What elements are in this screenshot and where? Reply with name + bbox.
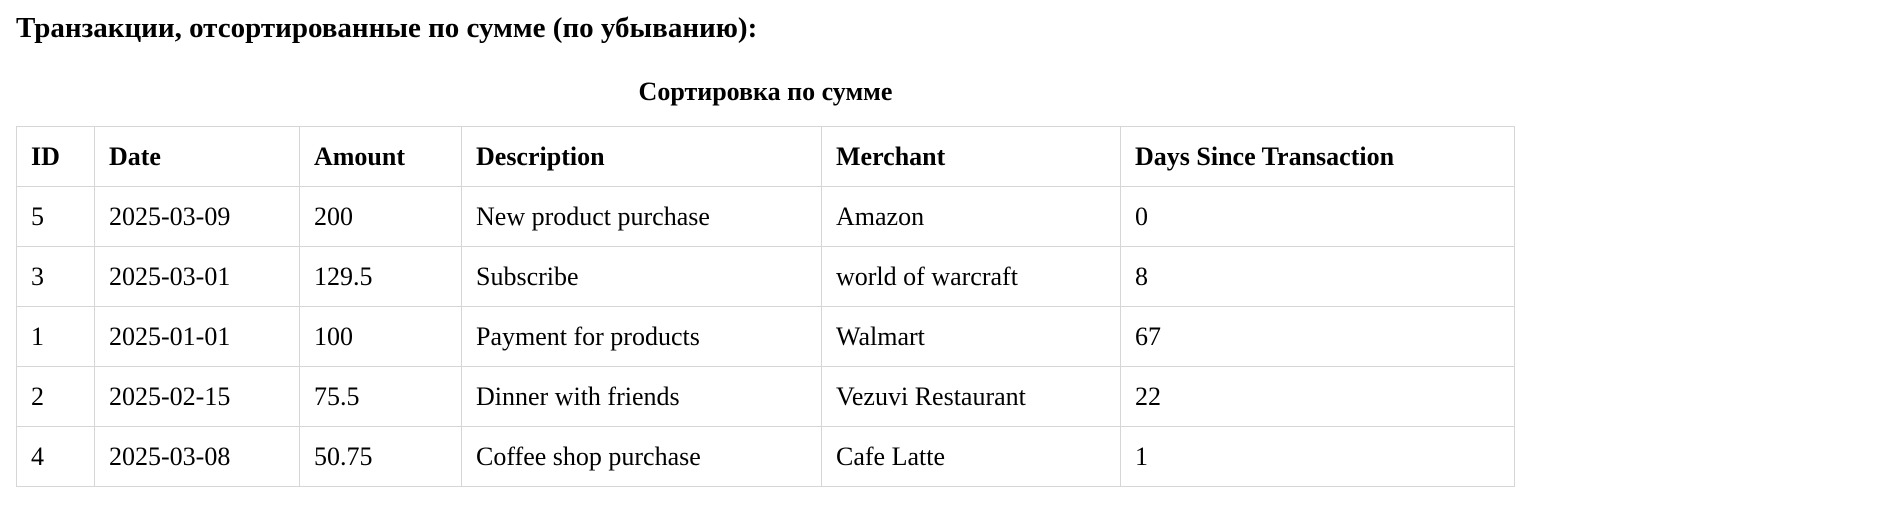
cell-id: 4 bbox=[16, 426, 95, 487]
cell-date: 2025-01-01 bbox=[94, 306, 300, 367]
page-heading: Транзакции, отсортированные по сумме (по… bbox=[16, 12, 758, 44]
cell-days-since-transaction: 8 bbox=[1120, 246, 1515, 307]
cell-id: 3 bbox=[16, 246, 95, 307]
cell-id: 1 bbox=[16, 306, 95, 367]
cell-description: Dinner with friends bbox=[461, 366, 822, 427]
cell-merchant: world of warcraft bbox=[821, 246, 1121, 307]
cell-merchant: Walmart bbox=[821, 306, 1121, 367]
cell-date: 2025-03-01 bbox=[94, 246, 300, 307]
column-header-date: Date bbox=[94, 126, 300, 187]
cell-merchant: Cafe Latte bbox=[821, 426, 1121, 487]
cell-id: 2 bbox=[16, 366, 95, 427]
cell-description: Payment for products bbox=[461, 306, 822, 367]
cell-merchant: Vezuvi Restaurant bbox=[821, 366, 1121, 427]
cell-description: Coffee shop purchase bbox=[461, 426, 822, 487]
cell-amount: 129.5 bbox=[299, 246, 462, 307]
table-row: 5 2025-03-09 200 New product purchase Am… bbox=[16, 186, 1515, 247]
column-header-amount: Amount bbox=[299, 126, 462, 187]
cell-days-since-transaction: 22 bbox=[1120, 366, 1515, 427]
table-caption: Сортировка по сумме bbox=[638, 77, 893, 106]
cell-date: 2025-02-15 bbox=[94, 366, 300, 427]
cell-days-since-transaction: 67 bbox=[1120, 306, 1515, 367]
cell-amount: 50.75 bbox=[299, 426, 462, 487]
cell-days-since-transaction: 1 bbox=[1120, 426, 1515, 487]
table-header-row: ID Date Amount Description Merchant Days… bbox=[16, 126, 1515, 187]
cell-description: New product purchase bbox=[461, 186, 822, 247]
table-row: 3 2025-03-01 129.5 Subscribe world of wa… bbox=[16, 246, 1515, 307]
page-content: Транзакции, отсортированные по сумме (по… bbox=[0, 0, 1899, 487]
column-header-merchant: Merchant bbox=[821, 126, 1121, 187]
cell-amount: 75.5 bbox=[299, 366, 462, 427]
column-header-days-since-transaction: Days Since Transaction bbox=[1120, 126, 1515, 187]
transactions-table: Сортировка по сумме ID Date Amount Descr… bbox=[16, 76, 1515, 487]
cell-merchant: Amazon bbox=[821, 186, 1121, 247]
cell-date: 2025-03-09 bbox=[94, 186, 300, 247]
cell-days-since-transaction: 0 bbox=[1120, 186, 1515, 247]
cell-date: 2025-03-08 bbox=[94, 426, 300, 487]
cell-amount: 100 bbox=[299, 306, 462, 367]
cell-description: Subscribe bbox=[461, 246, 822, 307]
table-row: 1 2025-01-01 100 Payment for products Wa… bbox=[16, 306, 1515, 367]
column-header-id: ID bbox=[16, 126, 95, 187]
table-row: 4 2025-03-08 50.75 Coffee shop purchase … bbox=[16, 426, 1515, 487]
table-row: 2 2025-02-15 75.5 Dinner with friends Ve… bbox=[16, 366, 1515, 427]
column-header-description: Description bbox=[461, 126, 822, 187]
cell-id: 5 bbox=[16, 186, 95, 247]
cell-amount: 200 bbox=[299, 186, 462, 247]
